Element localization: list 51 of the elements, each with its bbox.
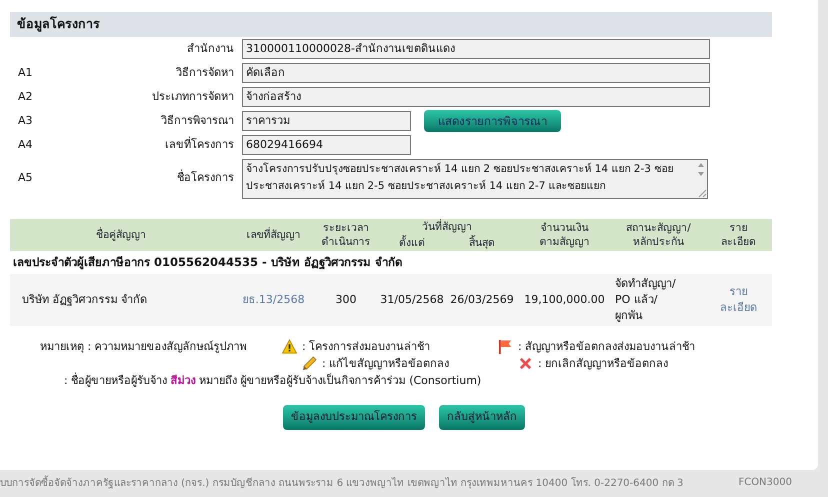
taxpayer-group-title: เลขประจำตัวผู้เสียภาษีอากร 0105562044535 - บริษัท อัฏฐวิศวกรรม จำกัด [10, 251, 772, 274]
column-header: ตั้งแต่ [377, 235, 447, 251]
field-label: สำนักงาน [186, 41, 235, 57]
column-header: ชื่อคู่สัญญา [10, 219, 232, 251]
field-label: ประเภทการจัดหา [151, 89, 235, 105]
short-field[interactable]: 68029416694 [242, 135, 411, 155]
table-cell: จัดทำสัญญา/ PO แล้ว/ ผูกพัน [612, 274, 705, 326]
pencil-icon [302, 356, 317, 371]
legend-text: : ชื่อผู้ขายหรือผู้รับจ้าง สีม่วง หมายถึง ผู้ขายหรือผู้รับจ้างเป็นกิจการค้าร่วม (Consortium) [63, 372, 482, 389]
cross-icon [518, 356, 533, 371]
table-cell: 31/05/2568 [377, 274, 447, 326]
show-items-button[interactable]: แสดงรายการพิจารณา [424, 110, 561, 132]
legend-text: : โครงการส่งมอบงานล่าช้า [302, 338, 430, 355]
column-group-header: วันที่สัญญา [377, 219, 517, 235]
section-title: ข้อมูลโครงการ [16, 15, 100, 34]
page-code: FCON3000 [738, 476, 792, 490]
text-field[interactable]: จ้างก่อสร้าง [242, 87, 710, 107]
column-header: ระยะเวลา ดำเนินการ [315, 219, 377, 251]
table-cell: 300 [315, 274, 377, 326]
column-header: ราย ละเอียด [705, 219, 772, 251]
short-field[interactable]: ราคารวม [242, 111, 411, 131]
legend-text: : ยกเลิกสัญญาหรือข้อตกลง [538, 356, 668, 372]
column-header: เลขที่สัญญา [232, 219, 315, 251]
column-header: จำนวนเงิน ตามสัญญา [517, 219, 612, 251]
text-area[interactable]: จ้างโครงการปรับปรุงซอยประชาสงเคราะห์ 14 แยก 2 ซอยประชาสงเคราะห์ 14 แยก 2-3 ซอยประชาสงเคราะห์ 14 แยก 2-5 ซอยประชาสงเคราะห์ 14 แยก 2-7 และซอยแยก [242, 159, 708, 199]
text-field[interactable]: 310000110000028-สำนักงานเขตดินแดง [242, 39, 710, 59]
table-cell: บริษัท อัฏฐวิศวกรรม จำกัด [10, 274, 232, 326]
field-label: ชื่อโครงการ [176, 170, 235, 186]
legend-text: : แก้ไขสัญญาหรือข้อตกลง [322, 356, 450, 372]
flag-icon [498, 338, 513, 354]
detail-link[interactable]: ราย ละเอียด [705, 274, 772, 326]
legend-note: หมายเหตุ : ความหมายของสัญลักษณ์รูปภาพ [40, 338, 248, 355]
warning-icon [282, 338, 297, 354]
legend-text: : สัญญาหรือข้อตกลงส่งมอบงานล่าช้า [518, 338, 696, 355]
row-code: A2 [18, 89, 34, 105]
nav-button[interactable]: กลับสู่หน้าหลัก [439, 404, 525, 430]
table-cell: 26/03/2569 [447, 274, 517, 326]
nav-button[interactable]: ข้อมูลงบประมาณโครงการ [283, 404, 425, 430]
column-header: สถานะสัญญา/ หลักประกัน [612, 219, 705, 251]
table-cell: 19,100,000.00 [517, 274, 612, 326]
column-header: สิ้นสุด [447, 235, 517, 251]
row-code: A1 [18, 65, 34, 81]
field-label: วิธีการจัดหา [175, 65, 235, 81]
row-code: A5 [18, 170, 34, 186]
row-code: A4 [18, 137, 34, 153]
field-label: วิธีการพิจารณา [160, 113, 235, 129]
row-code: A3 [18, 113, 34, 129]
text-field[interactable]: คัดเลือก [242, 63, 710, 83]
field-label: เลขที่โครงการ [164, 137, 235, 153]
footer-text: บบการจัดซื้อจัดจ้างภาครัฐและราคากลาง (กจร.) กรมบัญชีกลาง ถนนพระราม 6 แขวงพญาไท เขตพญาไท กรุงเทพมหานคร 10400 โทร. 0-2270-6400 กด 3 [0, 476, 684, 491]
contract-link[interactable]: ยธ.13/2568 [232, 274, 315, 326]
